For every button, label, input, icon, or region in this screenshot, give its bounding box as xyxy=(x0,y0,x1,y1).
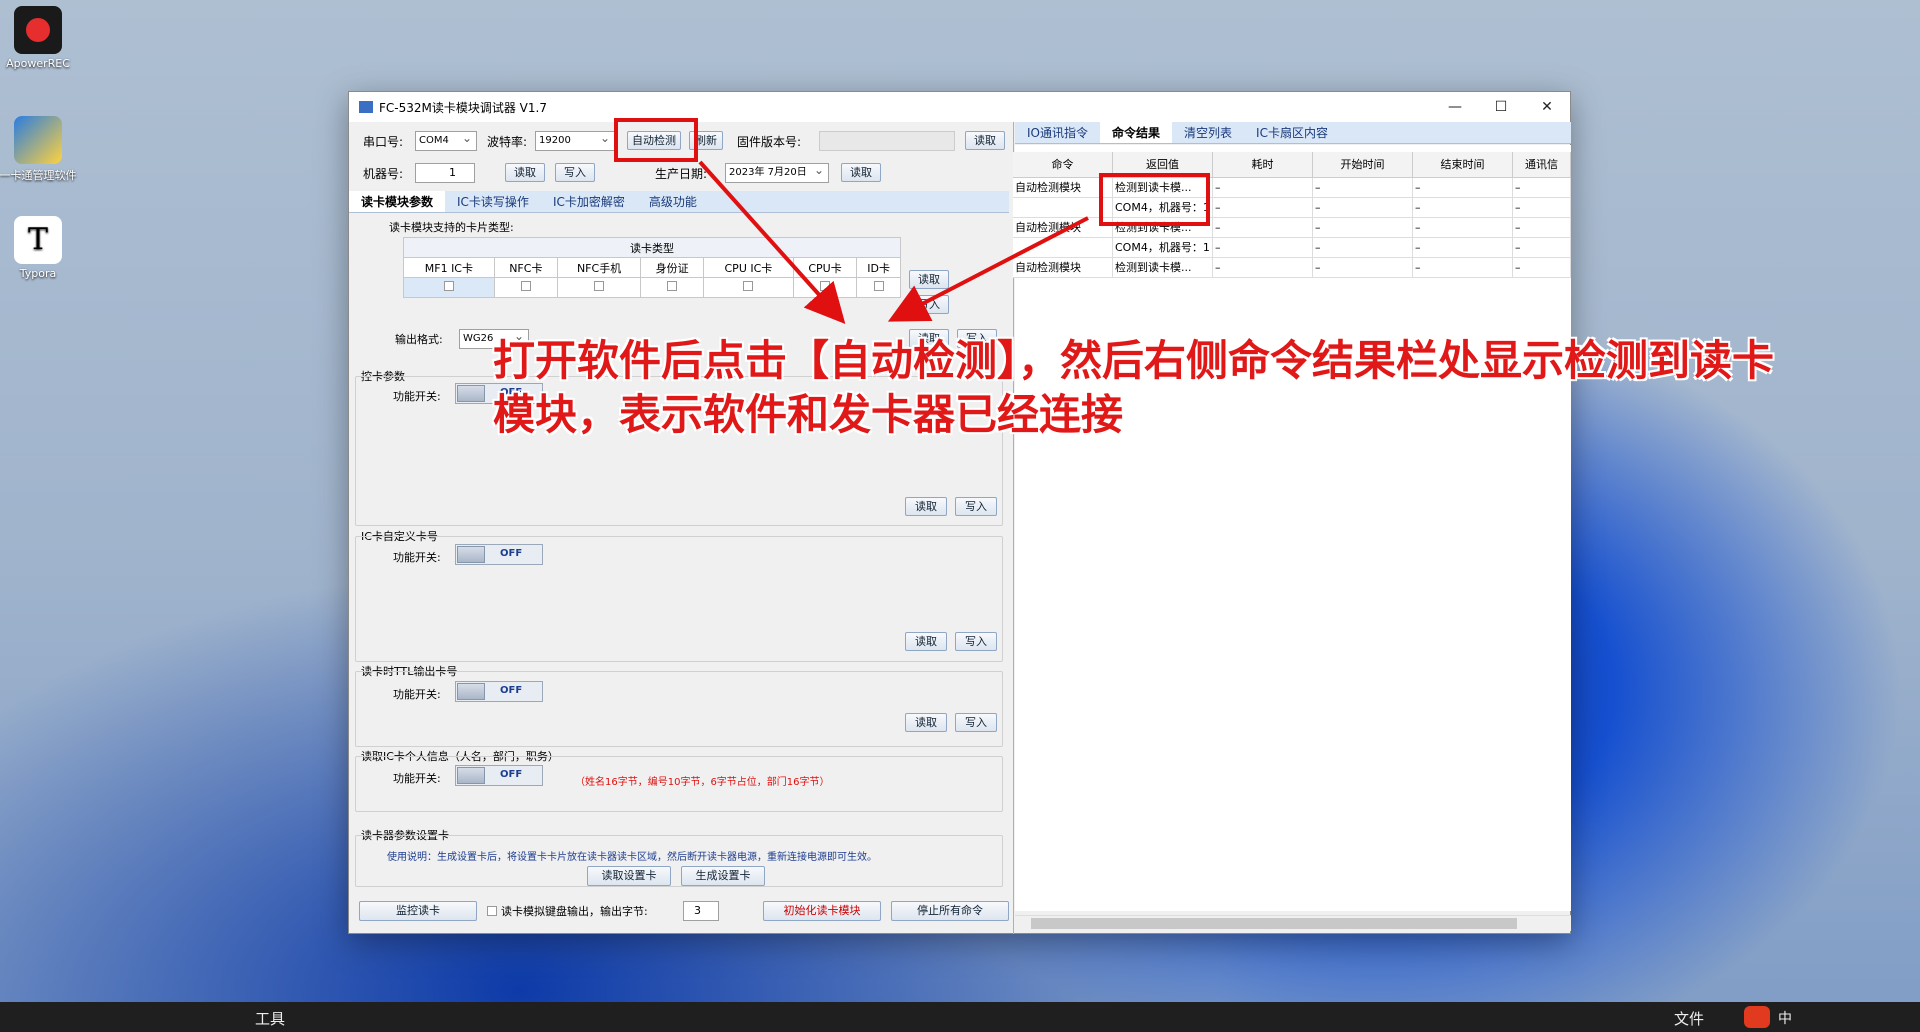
ime-mode[interactable]: 中 xyxy=(1778,1008,1792,1028)
taskbar-file[interactable]: 文件 xyxy=(1674,1008,1704,1029)
annotation-line2: 模块，表示软件和发卡器已经连接 xyxy=(493,390,1124,439)
taskbar: 工具 文件 中 xyxy=(0,1002,1920,1032)
taskbar-tools[interactable]: 工具 xyxy=(255,1008,285,1029)
arrow-to-auto-detect xyxy=(698,160,846,324)
sogou-ime-icon[interactable] xyxy=(1744,1006,1770,1028)
arrow-to-result xyxy=(887,216,1089,322)
arrows-overlay xyxy=(698,160,1089,324)
annotation-line1: 打开软件后点击【自动检测】，然后右侧命令结果栏处显示检测到读卡 xyxy=(493,336,1775,385)
